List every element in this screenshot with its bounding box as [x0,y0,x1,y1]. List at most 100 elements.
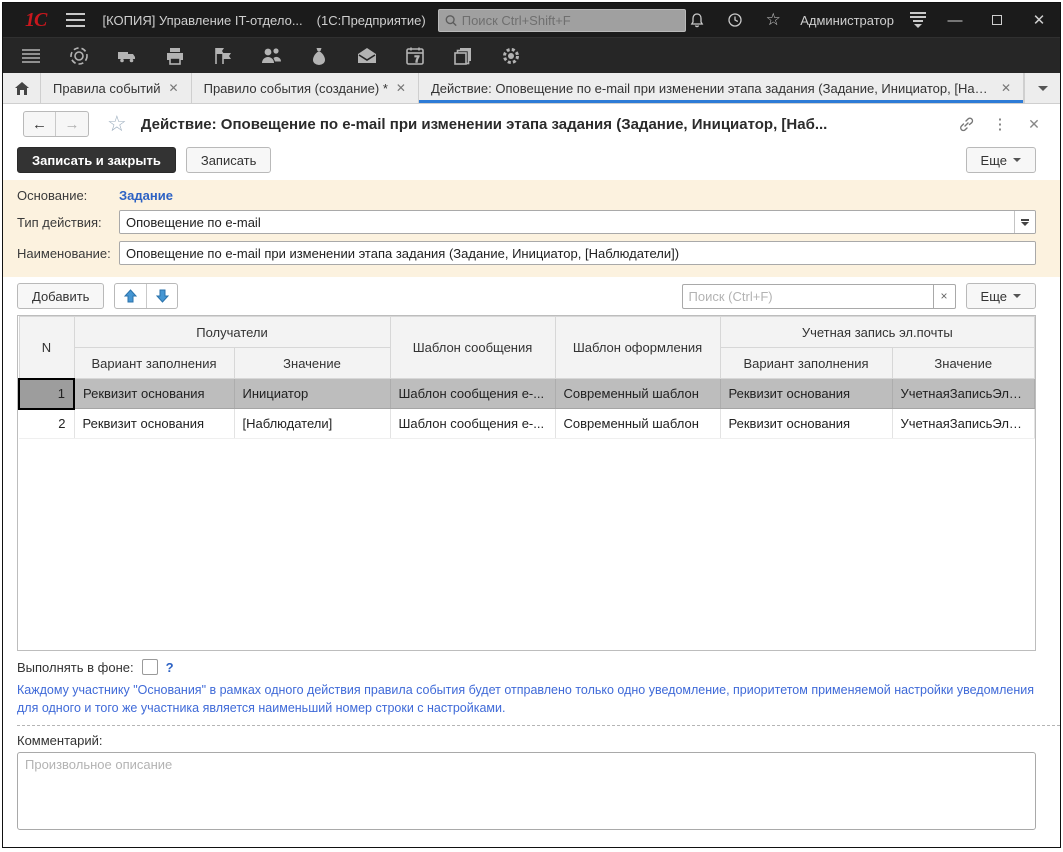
calendar-day-number: 7 [415,55,420,64]
documents-icon[interactable] [451,44,475,68]
add-row-button[interactable]: Добавить [17,283,104,309]
tab-home[interactable] [3,73,41,103]
more-button-label: Еще [981,153,1007,168]
save-close-button[interactable]: Записать и закрыть [17,147,176,173]
service-menu-icon[interactable] [910,12,926,28]
printer-icon[interactable] [163,44,187,68]
action-type-label: Тип действия: [17,215,119,230]
tab-label: Действие: Оповещение по e-mail при измен… [431,81,993,96]
1c-logo: 1С [25,9,46,32]
tab-action-notification[interactable]: Действие: Оповещение по e-mail при измен… [419,73,1024,103]
users-icon[interactable] [259,44,283,68]
calendar-icon[interactable]: 7 [403,44,427,68]
tab-overflow-button[interactable] [1024,73,1060,103]
title-bar: 1С [КОПИЯ] Управление IT-отдело... (1С:П… [3,3,1060,37]
more-menu-icon[interactable]: ⋮ [988,112,1012,136]
col-header-fill-option[interactable]: Вариант заполнения [74,348,234,379]
chevron-down-icon [1038,86,1048,91]
action-type-combobox[interactable] [119,210,1036,234]
flags-icon[interactable] [211,44,235,68]
mail-icon[interactable] [355,44,379,68]
truck-icon[interactable] [115,44,139,68]
sections-menu-icon[interactable] [19,44,43,68]
history-icon[interactable] [724,9,746,31]
svg-text:$: $ [317,54,322,63]
move-up-button[interactable] [115,284,146,308]
tab-event-rules[interactable]: Правила событий ✕ [41,73,192,103]
money-bag-icon[interactable]: $ [307,44,331,68]
table-row[interactable]: 1 Реквизит основания Инициатор Шаблон со… [19,379,1035,409]
col-header-email-fill-option[interactable]: Вариант заполнения [720,348,892,379]
tab-close-icon[interactable]: ✕ [169,81,179,95]
favorite-star-icon[interactable]: ☆ [107,111,127,137]
notification-hint-text: Каждому участнику "Основания" в рамках о… [3,677,1060,719]
col-header-value[interactable]: Значение [234,348,390,379]
form-header: ← → ☆ Действие: Оповещение по e-mail при… [3,104,1060,144]
col-header-n[interactable]: N [19,317,74,379]
cell-design-template[interactable]: Современный шаблон [555,379,720,409]
close-form-icon[interactable]: ✕ [1022,112,1046,136]
minimize-button[interactable]: — [942,12,968,29]
col-header-message-template[interactable]: Шаблон сообщения [390,317,555,379]
forward-button[interactable]: → [56,112,88,136]
name-label: Наименование: [17,246,119,261]
table-search-input[interactable] [682,284,934,309]
table-more-button[interactable]: Еще [966,283,1036,309]
clear-search-icon[interactable]: × [934,284,956,309]
cell-message-template[interactable]: Шаблон сообщения e-... [390,379,555,409]
global-search[interactable] [438,9,687,32]
tab-label: Правило события (создание) * [204,81,388,96]
notifications-bell-icon[interactable] [686,9,708,31]
current-user[interactable]: Администратор [800,13,894,28]
base-value-link[interactable]: Задание [119,188,173,203]
global-search-input[interactable] [462,13,679,28]
save-button[interactable]: Записать [186,147,272,173]
move-down-button[interactable] [146,284,177,308]
action-type-input[interactable] [120,211,1014,233]
cell-email-fill-option[interactable]: Реквизит основания [720,409,892,439]
cell-value[interactable]: Инициатор [234,379,390,409]
tab-close-icon[interactable]: ✕ [1001,81,1011,95]
main-menu-icon[interactable] [66,13,84,27]
window-title: [КОПИЯ] Управление IT-отдело... [103,13,303,28]
cell-fill-option[interactable]: Реквизит основания [74,379,234,409]
tab-bar: Правила событий ✕ Правило события (созда… [3,73,1060,104]
tab-close-icon[interactable]: ✕ [396,81,406,95]
tab-event-rule-new[interactable]: Правило события (создание) * ✕ [192,73,419,103]
table-more-label: Еще [981,289,1007,304]
cell-message-template[interactable]: Шаблон сообщения e-... [390,409,555,439]
link-icon[interactable] [954,112,978,136]
cell-email-value[interactable]: УчетнаяЗаписьЭлек... [892,379,1034,409]
cell-design-template[interactable]: Современный шаблон [555,409,720,439]
row-number: 1 [19,379,74,409]
help-question-link[interactable]: ? [166,660,174,675]
table-row[interactable]: 2 Реквизит основания [Наблюдатели] Шабло… [19,409,1035,439]
header-fields-panel: Основание: Задание Тип действия: Наимено… [3,180,1060,277]
name-input[interactable] [120,242,1035,264]
maximize-button[interactable] [984,12,1010,29]
favorites-star-icon[interactable]: ☆ [762,9,784,31]
combo-dropdown-icon[interactable] [1014,211,1035,233]
col-header-email-account[interactable]: Учетная запись эл.почты [720,317,1034,348]
gear-icon[interactable] [499,44,523,68]
recipients-table[interactable]: N Получатели Шаблон сообщения Шаблон офо… [17,315,1036,651]
cell-email-fill-option[interactable]: Реквизит основания [720,379,892,409]
back-button[interactable]: ← [24,112,56,136]
name-field[interactable] [119,241,1036,265]
chevron-down-icon [1013,158,1021,162]
table-search: × [682,284,956,309]
col-header-email-value[interactable]: Значение [892,348,1034,379]
more-button[interactable]: Еще [966,147,1036,173]
col-header-design-template[interactable]: Шаблон оформления [555,317,720,379]
col-header-recipients[interactable]: Получатели [74,317,390,348]
comment-textarea[interactable] [17,752,1036,830]
cell-value[interactable]: [Наблюдатели] [234,409,390,439]
chevron-down-icon [1013,294,1021,298]
run-in-background-checkbox[interactable] [142,659,158,675]
cell-email-value[interactable]: УчетнаяЗаписьЭлек... [892,409,1034,439]
close-window-button[interactable]: ✕ [1026,11,1052,29]
cell-fill-option[interactable]: Реквизит основания [74,409,234,439]
lifebuoy-icon[interactable] [67,44,91,68]
run-in-background-row: Выполнять в фоне: ? [3,651,1060,677]
sections-toolbar: $ 7 [3,37,1060,73]
